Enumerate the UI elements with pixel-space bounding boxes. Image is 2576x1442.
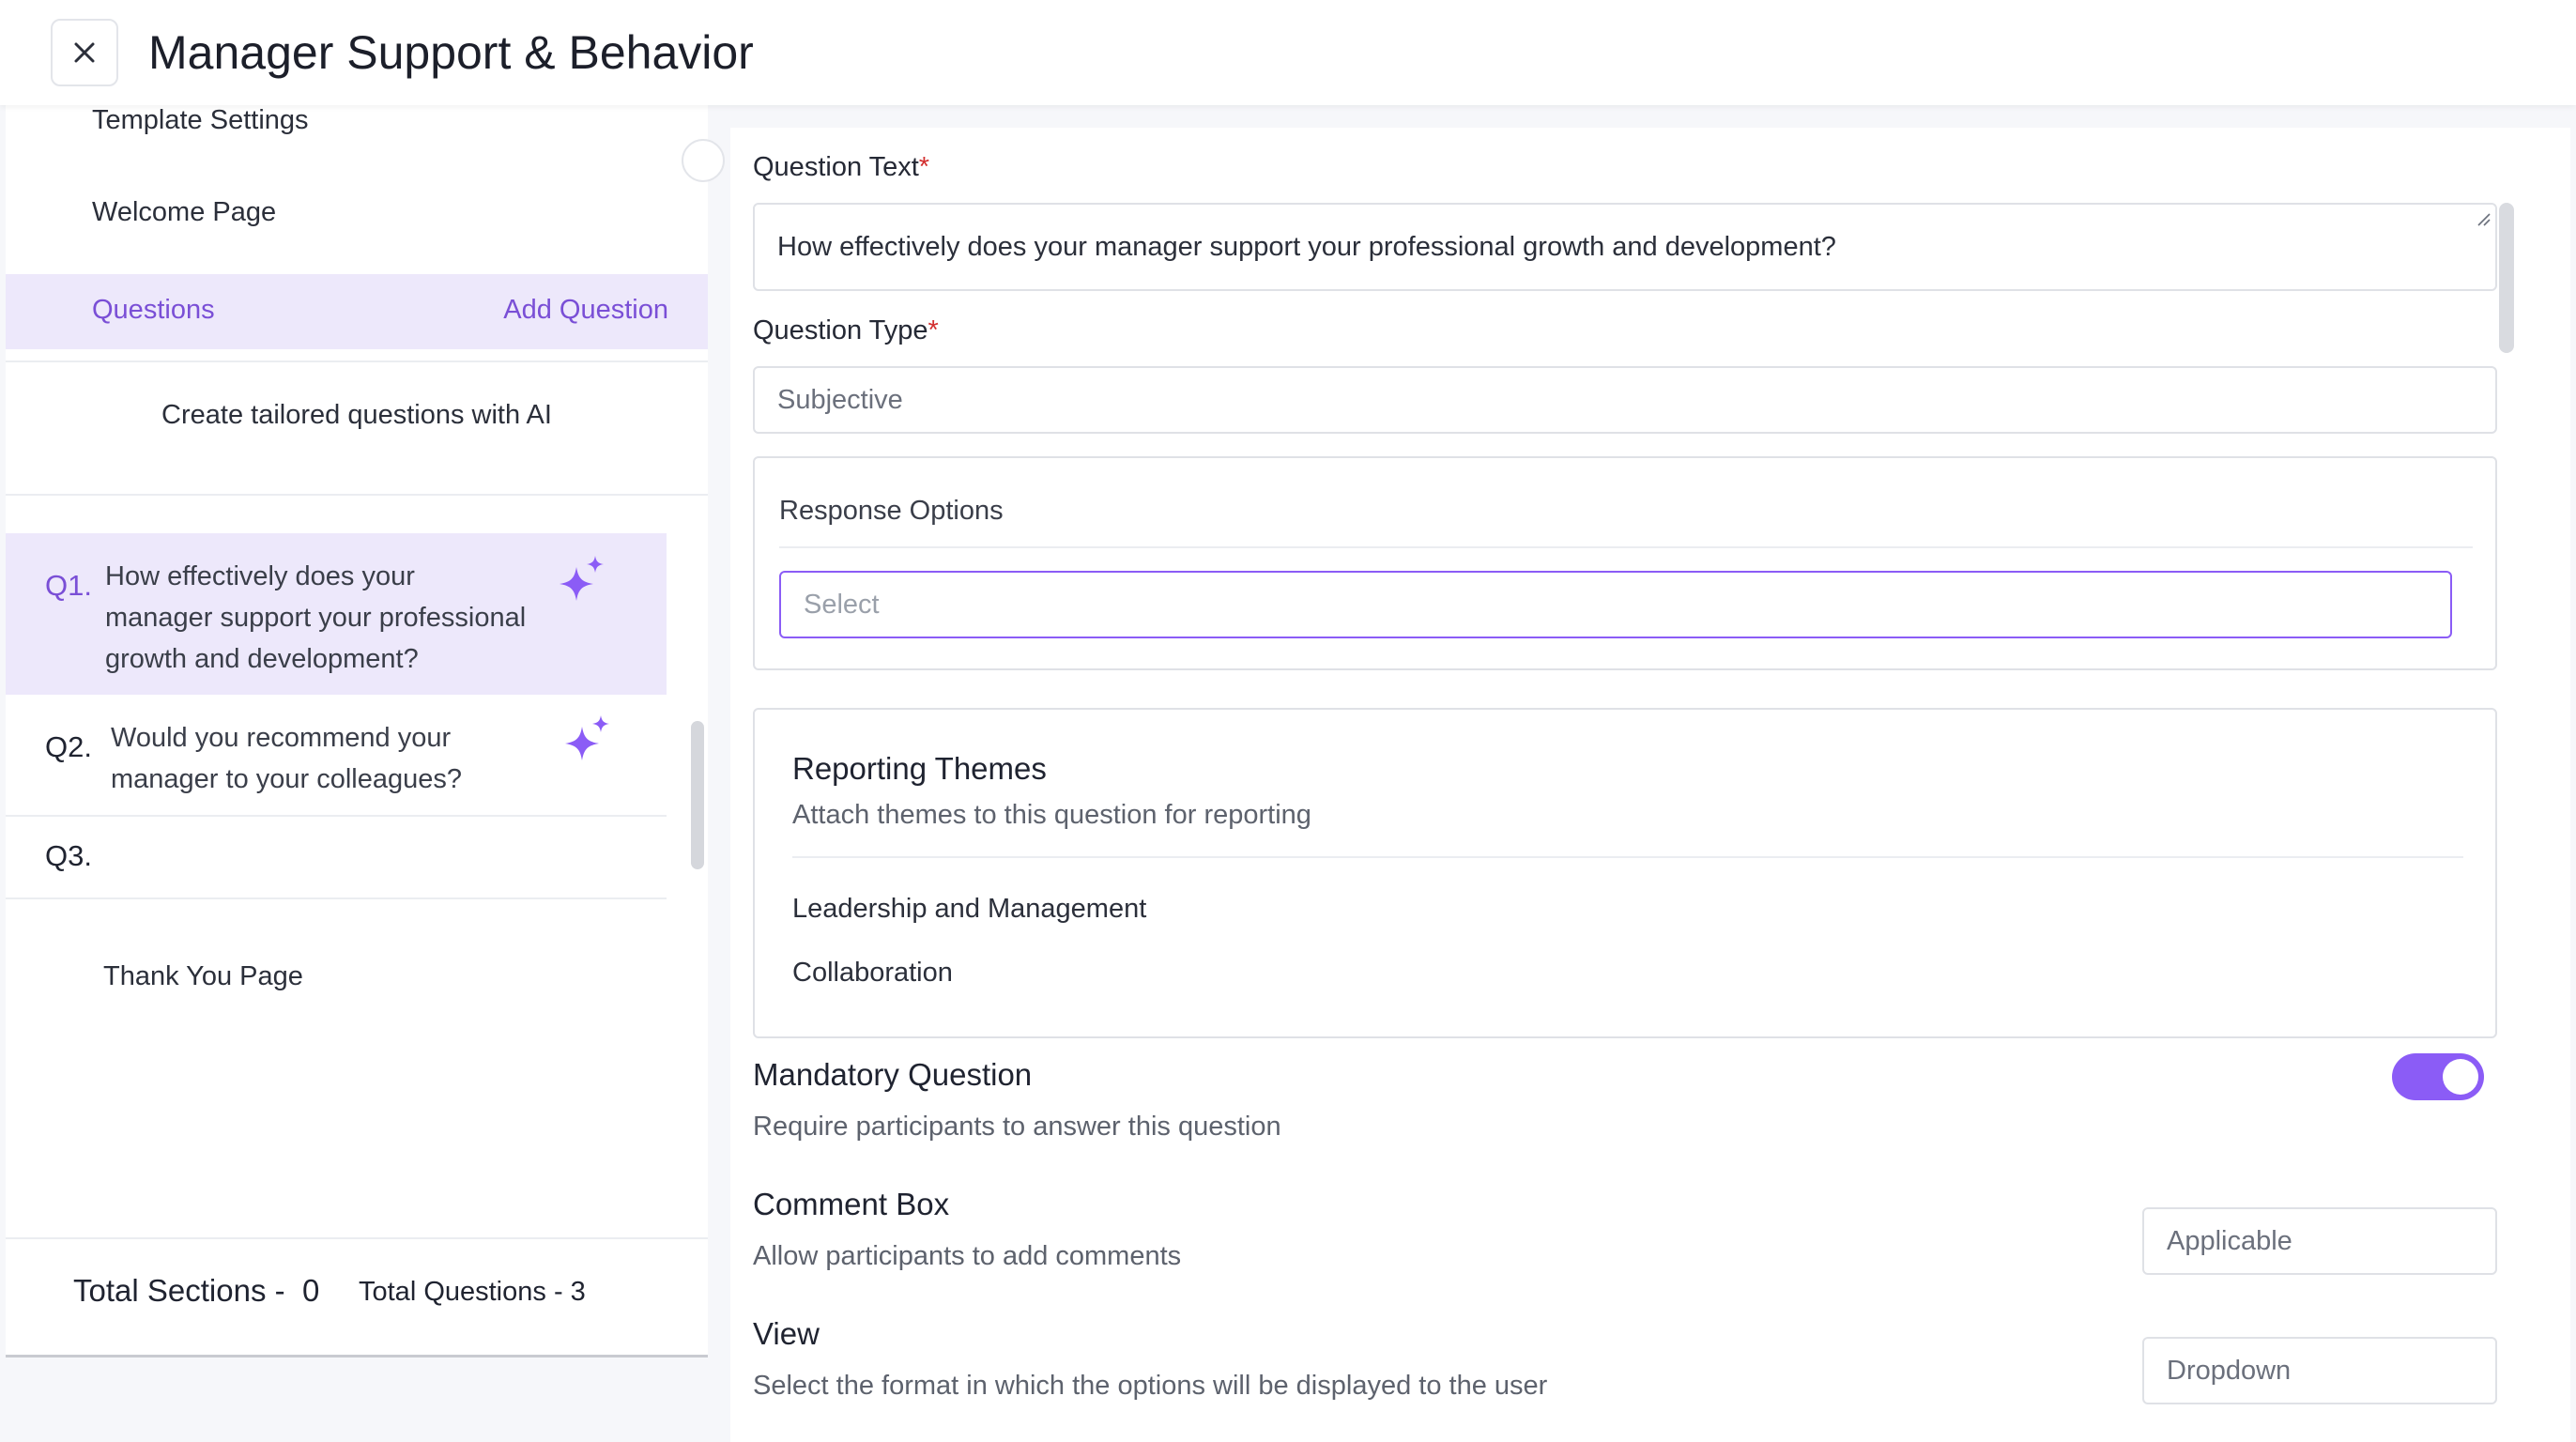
question-item-q1[interactable]: Q1. How effectively does your manager su… bbox=[6, 533, 667, 695]
question-number: Q3. bbox=[45, 839, 92, 872]
close-button[interactable] bbox=[51, 19, 118, 86]
theme-item[interactable]: Leadership and Management bbox=[792, 894, 1146, 925]
nav-template-settings[interactable]: Template Settings bbox=[92, 105, 309, 136]
total-questions: Total Questions - 3 bbox=[359, 1277, 586, 1307]
question-type-select[interactable]: Subjective bbox=[753, 366, 2497, 434]
sidebar: Template Settings Welcome Page Questions… bbox=[6, 105, 708, 1358]
add-question-button[interactable]: Add Question bbox=[503, 295, 668, 326]
total-sections: Total Sections - 0 bbox=[73, 1273, 320, 1308]
question-preview: Would you recommend your manager to your… bbox=[111, 723, 463, 794]
nav-welcome-page[interactable]: Welcome Page bbox=[92, 197, 276, 228]
question-item-q2[interactable]: Q2. Would you recommend your manager to … bbox=[6, 695, 667, 815]
view-title: View bbox=[753, 1316, 820, 1351]
page-title: Manager Support & Behavior bbox=[148, 26, 754, 79]
divider bbox=[6, 360, 708, 362]
question-text-input[interactable]: How effectively does your manager suppor… bbox=[753, 203, 2497, 291]
divider bbox=[792, 856, 2463, 858]
theme-item[interactable]: Collaboration bbox=[792, 958, 953, 989]
response-options-select[interactable]: Select bbox=[779, 571, 2452, 638]
nav-questions[interactable]: Questions Add Question bbox=[6, 274, 708, 349]
mandatory-toggle[interactable] bbox=[2392, 1053, 2484, 1100]
reporting-themes-title: Reporting Themes bbox=[792, 751, 1047, 786]
editor-scrollbar[interactable] bbox=[2499, 203, 2514, 353]
divider bbox=[6, 897, 667, 899]
mandatory-question-description: Require participants to answer this ques… bbox=[753, 1112, 1281, 1142]
collapse-sidebar-button[interactable] bbox=[682, 139, 725, 182]
nav-thank-you-page[interactable]: Thank You Page bbox=[103, 961, 303, 992]
sidebar-scrollbar[interactable] bbox=[691, 721, 704, 869]
reporting-themes-card: Reporting Themes Attach themes to this q… bbox=[753, 708, 2497, 1038]
view-select[interactable]: Dropdown bbox=[2142, 1337, 2497, 1404]
mandatory-question-title: Mandatory Question bbox=[753, 1057, 1033, 1092]
questions-label[interactable]: Questions bbox=[92, 295, 215, 326]
response-options-label: Response Options bbox=[779, 496, 1004, 526]
ai-sparkle-icon[interactable] bbox=[556, 554, 608, 606]
response-options-card: Response Options Select bbox=[753, 456, 2497, 670]
divider bbox=[779, 546, 2473, 548]
comment-box-title: Comment Box bbox=[753, 1187, 950, 1221]
divider bbox=[6, 1237, 708, 1239]
create-ai-questions-button[interactable]: Create tailored questions with AI bbox=[6, 400, 708, 431]
top-header: Manager Support & Behavior bbox=[0, 0, 2576, 105]
question-text-label: Question Text* bbox=[753, 152, 930, 182]
toggle-knob bbox=[2443, 1059, 2478, 1095]
comment-box-description: Allow participants to add comments bbox=[753, 1241, 1182, 1271]
question-item-q3[interactable]: Q3. bbox=[6, 817, 667, 897]
reporting-themes-description: Attach themes to this question for repor… bbox=[792, 800, 1311, 830]
comment-box-select[interactable]: Applicable bbox=[2142, 1207, 2497, 1275]
close-icon bbox=[74, 42, 95, 63]
question-type-label: Question Type* bbox=[753, 315, 939, 345]
question-number: Q2. bbox=[45, 730, 92, 763]
divider bbox=[6, 494, 708, 496]
view-description: Select the format in which the options w… bbox=[753, 1371, 1548, 1401]
question-preview: How effectively does your manager suppor… bbox=[105, 561, 527, 674]
question-number: Q1. bbox=[45, 569, 92, 602]
resize-handle-icon[interactable] bbox=[2475, 210, 2492, 227]
ai-sparkle-icon[interactable] bbox=[561, 713, 614, 766]
